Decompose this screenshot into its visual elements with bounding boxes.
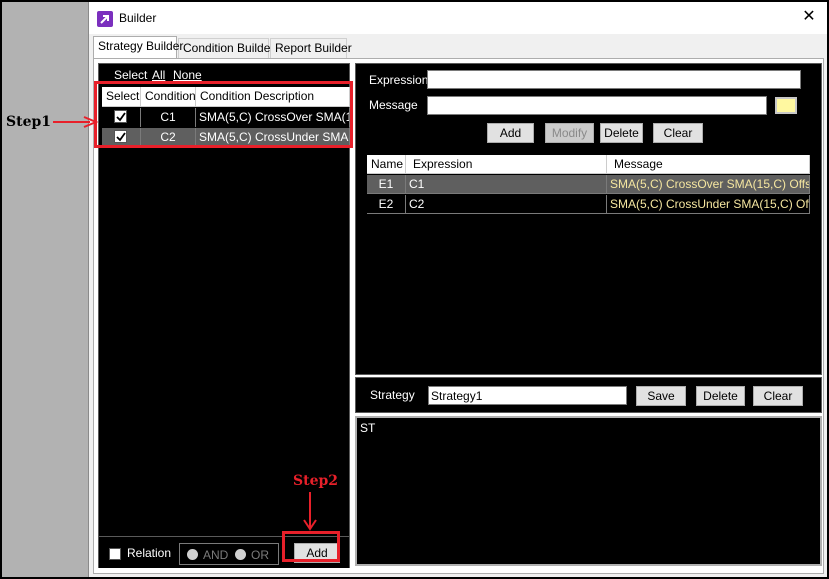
select-all-link[interactable]: All [152, 68, 165, 82]
table-row[interactable]: E1 C1 SMA(5,C) CrossOver SMA(15,C) Offse… [367, 175, 810, 194]
name-cell: E1 [367, 175, 406, 194]
or-radio[interactable] [235, 549, 246, 560]
or-label: OR [251, 548, 269, 562]
background-margin [2, 2, 88, 577]
strategy-name-input[interactable] [428, 386, 627, 405]
message-color-swatch[interactable] [775, 97, 797, 114]
header-expression[interactable]: Expression [406, 155, 607, 174]
close-icon[interactable]: ✕ [801, 9, 817, 25]
message-label: Message [369, 98, 418, 112]
clear-strategy-button[interactable]: Clear [753, 386, 803, 406]
select-none-link[interactable]: None [173, 68, 202, 82]
relation-radio-group: AND OR [179, 543, 279, 565]
step1-arrow-icon [53, 116, 98, 128]
save-strategy-button[interactable]: Save [636, 386, 686, 406]
delete-expression-button[interactable]: Delete [600, 123, 643, 143]
message-input[interactable] [427, 96, 767, 115]
relation-checkbox[interactable] [109, 548, 121, 560]
add-expression-button[interactable]: Add [487, 123, 534, 143]
header-message[interactable]: Message [607, 155, 810, 174]
step2-label: Step2 [293, 473, 339, 489]
and-radio[interactable] [187, 549, 198, 560]
table-row[interactable]: E2 C2 SMA(5,C) CrossUnder SMA(15,C) Offs… [367, 195, 810, 214]
expression-input[interactable] [427, 70, 801, 89]
expression-cell: C2 [406, 195, 607, 214]
message-cell: SMA(5,C) CrossUnder SMA(15,C) Offs... [607, 195, 810, 214]
message-cell: SMA(5,C) CrossOver SMA(15,C) Offset... [607, 175, 810, 194]
title-bar: Builder ✕ [89, 2, 827, 34]
name-cell: E2 [367, 195, 406, 214]
strategy-bar: Strategy Save Delete Clear [355, 377, 822, 413]
relation-label: Relation [127, 546, 172, 560]
app-icon [97, 11, 113, 27]
and-label: AND [203, 548, 229, 562]
tab-condition-builder[interactable]: Condition Builder [178, 38, 274, 58]
expression-panel: Expression Message Add Modify Delete Cle… [355, 63, 822, 375]
header-name[interactable]: Name [367, 155, 406, 174]
step2-highlight [282, 531, 340, 562]
step2-arrow-icon [303, 492, 317, 531]
expression-cell: C1 [406, 175, 607, 194]
strategy-output[interactable]: ST [355, 416, 822, 566]
step1-highlight [94, 81, 353, 148]
step1-label: Step1 [6, 114, 52, 130]
delete-strategy-button[interactable]: Delete [696, 386, 745, 406]
tab-strategy-builder[interactable]: Strategy Builder [93, 36, 183, 58]
window-title: Builder [119, 11, 157, 25]
select-label: Select [114, 68, 148, 82]
clear-expression-button[interactable]: Clear [653, 123, 703, 143]
expression-label: Expression [369, 73, 429, 87]
strategy-label: Strategy [370, 388, 415, 402]
modify-expression-button[interactable]: Modify [545, 123, 594, 143]
tab-report-builder[interactable]: Report Builder [270, 38, 352, 58]
